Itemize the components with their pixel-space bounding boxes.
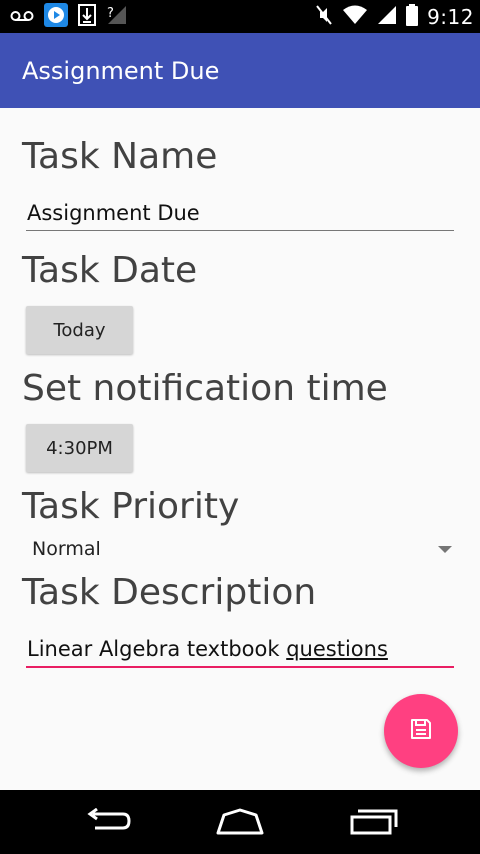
voicemail-icon — [10, 8, 34, 27]
task-date-button[interactable]: Today — [26, 306, 133, 354]
description-composing-word: questions — [286, 637, 388, 661]
app-bar: Assignment Due — [0, 33, 480, 108]
recents-button[interactable] — [344, 806, 404, 840]
task-priority-spinner[interactable]: Normal — [26, 534, 454, 564]
back-icon — [83, 807, 131, 838]
task-description-input[interactable]: Linear Algebra textbook questions — [26, 637, 454, 668]
home-icon — [214, 807, 266, 839]
home-button[interactable] — [210, 806, 270, 840]
save-button[interactable] — [384, 694, 458, 768]
task-name-label: Task Name — [22, 136, 218, 177]
back-button[interactable] — [77, 806, 137, 840]
notification-time-button[interactable]: 4:30PM — [26, 424, 133, 472]
task-form: Task Name Assignment Due Task Date Today… — [0, 108, 480, 790]
app-title: Assignment Due — [22, 57, 220, 85]
no-signal-icon: ? — [106, 4, 128, 30]
dropdown-arrow-icon — [438, 546, 452, 553]
task-name-input[interactable]: Assignment Due — [26, 201, 454, 231]
priority-value: Normal — [32, 538, 101, 560]
navigation-bar — [0, 790, 480, 854]
wifi-icon — [342, 5, 368, 29]
task-description-label: Task Description — [22, 572, 317, 613]
mute-icon — [315, 4, 333, 30]
download-icon — [78, 4, 96, 30]
notification-time-label: Set notification time — [22, 368, 388, 409]
save-icon — [409, 717, 433, 745]
task-priority-label: Task Priority — [22, 486, 240, 527]
recents-icon — [349, 807, 399, 839]
task-date-label: Task Date — [22, 250, 198, 291]
status-bar: ? 9:12 — [0, 0, 480, 33]
media-play-icon — [44, 3, 68, 31]
svg-text:?: ? — [107, 6, 114, 21]
signal-icon — [377, 5, 397, 29]
battery-icon — [406, 4, 419, 30]
description-text: Linear Algebra textbook — [27, 637, 287, 661]
clock: 9:12 — [427, 5, 474, 29]
